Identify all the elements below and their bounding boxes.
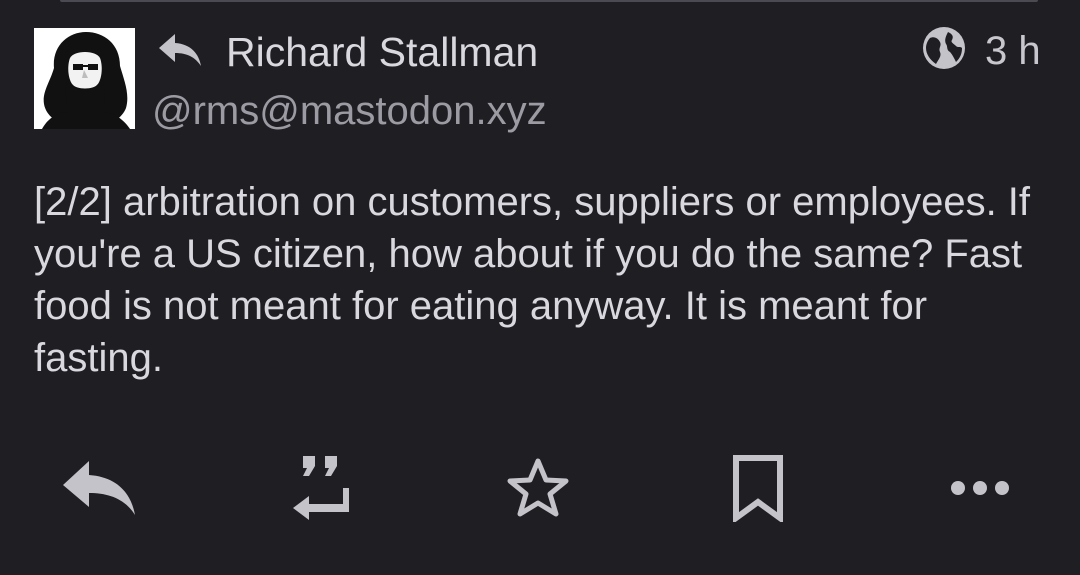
globe-icon — [923, 27, 965, 69]
favourite-button[interactable] — [498, 452, 578, 524]
star-icon — [507, 458, 569, 517]
avatar[interactable] — [34, 28, 135, 129]
reply-icon — [63, 461, 135, 515]
reply-icon — [159, 34, 201, 66]
author-display-name[interactable]: Richard Stallman — [226, 26, 538, 78]
reply-button[interactable] — [58, 452, 138, 524]
boost-button[interactable] — [280, 452, 360, 524]
bookmark-icon — [733, 455, 783, 522]
avatar-portrait — [34, 28, 135, 129]
status-card[interactable]: Richard Stallman @rms@mastodon.xyz 3 h [… — [0, 0, 1080, 575]
divider — [60, 0, 1038, 2]
status-content: [2/2] arbitration on customers, supplier… — [34, 176, 1044, 384]
timestamp[interactable]: 3 h — [985, 26, 1041, 76]
more-button[interactable] — [940, 452, 1020, 524]
bookmark-button[interactable] — [718, 452, 798, 524]
author-handle[interactable]: @rms@mastodon.xyz — [152, 86, 547, 136]
boost-icon — [293, 456, 349, 520]
status-text: [2/2] arbitration on customers, supplier… — [34, 180, 1031, 380]
more-icon — [951, 481, 1009, 495]
